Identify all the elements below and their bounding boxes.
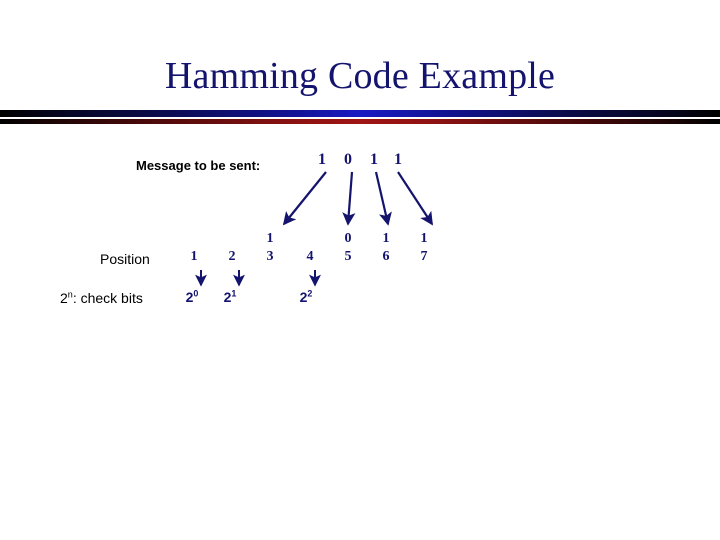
check-bit-exponent: 2 — [307, 288, 313, 299]
position-row-label: Position — [100, 251, 150, 267]
divider-bar-red — [0, 119, 720, 124]
message-bit: 1 — [370, 151, 378, 168]
position-number: 7 — [420, 249, 428, 264]
check-bit-exponent: 1 — [231, 288, 237, 299]
message-bit: 1 — [394, 151, 402, 168]
message-label: Message to be sent: — [136, 158, 261, 173]
slide-canvas: Hamming Code Example Message to be sent:… — [0, 0, 720, 540]
check-bits-row-label: 2n: check bits — [60, 290, 143, 306]
data-bit: 0 — [344, 231, 352, 246]
position-number: 2 — [228, 249, 236, 264]
check-label-suffix: : check bits — [72, 290, 143, 306]
position-number: 1 — [190, 249, 198, 264]
message-bit: 1 — [318, 151, 326, 168]
check-bit: 21 — [219, 289, 241, 305]
check-label-base: 2 — [60, 290, 68, 306]
data-bit: 1 — [420, 231, 428, 246]
check-bit-exponent: 0 — [193, 288, 199, 299]
mapping-arrow — [342, 171, 356, 226]
divider-bar-blue — [0, 110, 720, 117]
page-title: Hamming Code Example — [164, 55, 556, 97]
mapping-arrow — [397, 171, 433, 226]
check-bit: 22 — [295, 289, 317, 305]
mapping-arrow — [282, 171, 327, 226]
position-number: 4 — [306, 249, 314, 264]
check-bit: 20 — [181, 289, 203, 305]
mapping-arrow — [374, 171, 392, 226]
message-bit: 0 — [344, 151, 352, 168]
position-number: 6 — [382, 249, 390, 264]
position-number: 5 — [344, 249, 352, 264]
data-bit: 1 — [382, 231, 390, 246]
data-bit: 1 — [266, 231, 274, 246]
position-number: 3 — [266, 249, 274, 264]
